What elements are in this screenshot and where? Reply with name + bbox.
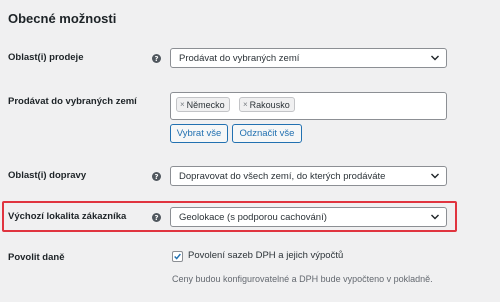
checkmark-icon bbox=[174, 253, 181, 260]
select-none-button[interactable]: Odznačit vše bbox=[232, 124, 302, 143]
country-tag-label: Rakousko bbox=[249, 99, 290, 110]
x-icon[interactable]: × bbox=[243, 100, 248, 109]
section-title: Obecné možnosti bbox=[8, 11, 117, 26]
selling-location-label: Oblast(i) prodeje bbox=[8, 52, 84, 63]
x-icon[interactable]: × bbox=[180, 100, 185, 109]
default-customer-location-value: Geolokace (s podporou cachování) bbox=[179, 211, 327, 223]
enable-taxes-checkbox-label[interactable]: Povolení sazeb DPH a jejich výpočtů bbox=[188, 250, 343, 261]
chevron-down-icon bbox=[431, 173, 439, 179]
question-circle-icon[interactable]: ? bbox=[152, 54, 161, 63]
enable-taxes-description: Ceny budou konfigurovatelné a DPH bude v… bbox=[172, 274, 433, 284]
enable-taxes-label: Povolit daně bbox=[8, 252, 65, 263]
default-customer-location-label: Výchozí lokalita zákazníka bbox=[8, 211, 127, 222]
chevron-down-icon bbox=[431, 55, 439, 61]
shipping-location-value: Dopravovat do všech zemí, do kterých pro… bbox=[179, 170, 386, 182]
country-tag: × Rakousko bbox=[239, 97, 295, 112]
enable-taxes-checkbox[interactable] bbox=[172, 251, 183, 262]
select-all-button[interactable]: Vybrat vše bbox=[170, 124, 228, 143]
question-circle-icon[interactable]: ? bbox=[152, 213, 161, 222]
shipping-location-select[interactable]: Dopravovat do všech zemí, do kterých pro… bbox=[170, 166, 447, 186]
default-customer-location-select[interactable]: Geolokace (s podporou cachování) bbox=[170, 207, 447, 227]
country-tag: × Německo bbox=[176, 97, 230, 112]
countries-multiselect[interactable]: × Německo × Rakousko bbox=[170, 92, 447, 120]
country-tag-label: Německo bbox=[186, 99, 225, 110]
selling-location-value: Prodávat do vybraných zemí bbox=[179, 52, 300, 64]
selling-location-select[interactable]: Prodávat do vybraných zemí bbox=[170, 48, 447, 68]
chevron-down-icon bbox=[431, 214, 439, 220]
specific-countries-label: Prodávat do vybraných zemí bbox=[8, 96, 137, 107]
shipping-location-label: Oblast(i) dopravy bbox=[8, 170, 87, 181]
question-circle-icon[interactable]: ? bbox=[152, 172, 161, 181]
